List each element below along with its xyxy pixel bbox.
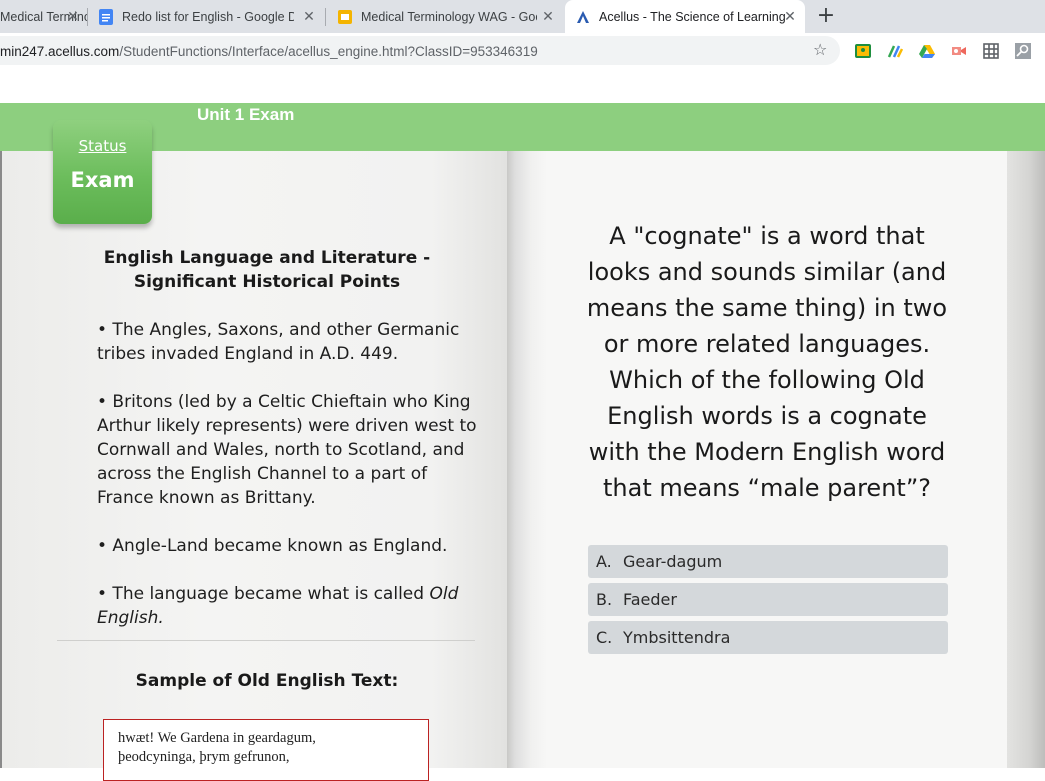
old-english-manuscript-image: hwæt! We Gardena in geardagum, þeodcynin…	[103, 719, 429, 781]
unit-title: Unit 1 Exam	[197, 105, 295, 124]
docs-icon	[98, 8, 114, 25]
bookmark-star-icon[interactable]: ☆	[813, 40, 827, 59]
page-top-spacer	[0, 71, 1045, 103]
close-icon[interactable]: ✕	[783, 9, 797, 23]
tab-redo-list[interactable]: Redo list for English - Google Docs ✕	[98, 0, 324, 33]
unit-header-bar	[0, 103, 1045, 154]
bullet-text: • The language became what is called	[97, 584, 430, 604]
new-tab-button[interactable]: +	[815, 5, 837, 27]
slides-icon	[337, 9, 353, 25]
tab-acellus[interactable]: Acellus - The Science of Learning ✕	[565, 0, 805, 33]
search-extension-icon[interactable]	[1015, 43, 1031, 59]
answer-option-a[interactable]: A. Gear-dagum	[588, 545, 948, 578]
page-edge	[1007, 151, 1045, 768]
answer-option-b[interactable]: B. Faeder	[588, 583, 948, 616]
google-drive-icon[interactable]	[919, 43, 935, 59]
bullet-point: • The Angles, Saxons, and other Germanic…	[97, 320, 460, 364]
answer-text: Ymbsittendra	[623, 628, 731, 647]
answer-letter: C.	[596, 628, 613, 647]
tab-medical-terminology-wag[interactable]: Medical Terminology WAG - Google Slides …	[337, 0, 563, 33]
tab-separator	[87, 8, 88, 26]
bullet-point: • The language became what is called Old…	[97, 582, 477, 630]
question-text: A "cognate" is a word that looks and sou…	[586, 222, 948, 502]
screencast-extension-icon[interactable]	[951, 43, 967, 59]
answer-letter: A.	[596, 552, 612, 571]
section-divider	[57, 640, 475, 641]
tab-separator	[325, 8, 326, 26]
url-text[interactable]: min247.acellus.com/StudentFunctions/Inte…	[0, 44, 538, 59]
pens-extension-icon[interactable]	[887, 43, 904, 59]
answer-text: Gear-dagum	[623, 552, 723, 571]
lesson-heading-line: Significant Historical Points	[133, 272, 401, 292]
tab-title: Medical Terminology WAG - Google Slides	[361, 9, 537, 24]
tab-title: Redo list for English - Google Docs	[122, 9, 294, 24]
close-icon[interactable]: ✕	[302, 9, 316, 23]
tab-strip: Medical Terminology ✕ Redo list for Engl…	[0, 0, 1045, 33]
lesson-heading: English Language and Literature - Signif…	[97, 246, 437, 294]
status-badge: Status Exam	[53, 120, 152, 224]
status-label: Status	[78, 137, 127, 155]
url-path: /StudentFunctions/Interface/acellus_engi…	[119, 44, 538, 59]
status-value: Exam	[70, 168, 135, 192]
lesson-heading-line: English Language and Literature -	[103, 248, 431, 268]
classroom-extension-icon[interactable]	[855, 43, 871, 59]
bullet-point: • Angle-Land became known as England.	[97, 536, 448, 556]
answer-option-c[interactable]: C. Ymbsittendra	[588, 621, 948, 654]
manuscript-line: þeodcyninga, þrym gefrunon,	[118, 749, 290, 765]
book-spine	[507, 151, 547, 768]
acellus-icon	[575, 9, 591, 25]
close-icon[interactable]: ✕	[66, 9, 80, 23]
left-border	[0, 151, 2, 768]
tab-medical-terminology[interactable]: Medical Terminology ✕	[0, 0, 88, 33]
apps-grid-icon[interactable]	[983, 43, 999, 59]
sample-heading: Sample of Old English Text:	[135, 671, 399, 691]
bullet-point: • Britons (led by a Celtic Chieftain who…	[97, 392, 477, 508]
manuscript-line: hwæt! We Gardena in geardagum,	[118, 730, 316, 746]
address-bar[interactable]: min247.acellus.com/StudentFunctions/Inte…	[0, 36, 840, 65]
close-icon[interactable]: ✕	[541, 9, 555, 23]
url-domain: min247.acellus.com	[0, 44, 120, 59]
answer-letter: B.	[596, 590, 613, 609]
answer-text: Faeder	[623, 590, 677, 609]
tab-title: Acellus - The Science of Learning	[599, 9, 786, 24]
